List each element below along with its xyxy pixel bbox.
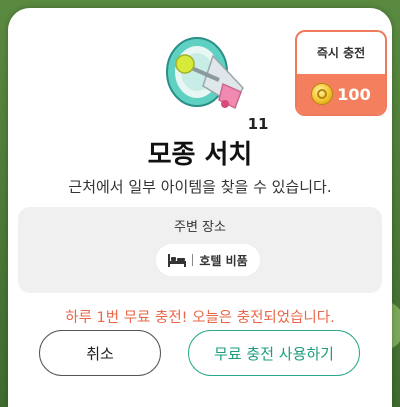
nearby-heading: 주변 장소 xyxy=(174,220,226,235)
cancel-button[interactable]: 취소 xyxy=(39,330,161,376)
megaphone-icon xyxy=(166,37,244,110)
instant-charge-price: 100 xyxy=(297,74,385,114)
item-count-badge: 11 xyxy=(241,112,275,136)
price-value: 100 xyxy=(337,84,371,104)
place-chip-hotel-supplies: 호텔 비품 xyxy=(156,244,260,276)
place-label: 호텔 비품 xyxy=(199,253,248,268)
use-free-charge-button[interactable]: 무료 충전 사용하기 xyxy=(188,330,360,376)
instant-charge-button[interactable]: 즉시 충전 100 xyxy=(295,30,387,116)
dialog-title: 모종 서치 xyxy=(147,140,253,170)
dialog-description: 근처에서 일부 아이템을 찾을 수 있습니다. xyxy=(68,178,332,196)
nearby-places-panel: 주변 장소 호텔 비품 xyxy=(18,207,382,293)
chip-divider xyxy=(192,254,194,266)
instant-charge-label: 즉시 충전 xyxy=(316,46,366,60)
daily-free-charge-notice: 하루 1번 무료 충전! 오늘은 충전되었습니다. xyxy=(65,310,335,326)
bed-icon xyxy=(168,254,187,267)
coin-icon xyxy=(311,83,334,105)
seedling-search-dialog: 11 즉시 충전 100 모종 서치 근처에서 일부 아이템을 찾을 수 있습니… xyxy=(8,8,392,407)
